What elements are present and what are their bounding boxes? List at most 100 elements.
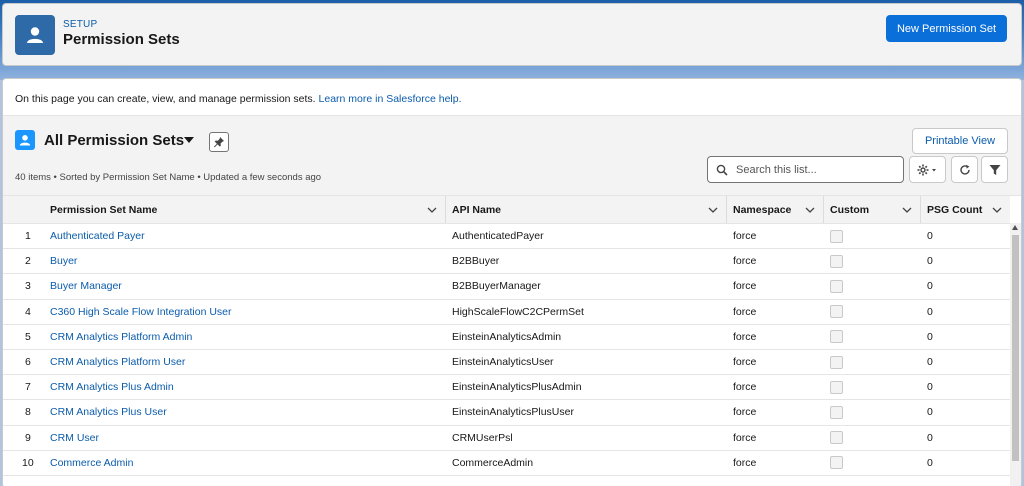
scrollbar-thumb[interactable] — [1012, 235, 1019, 461]
psg-count-cell: 0 — [921, 374, 1010, 401]
namespace-cell: force — [727, 399, 824, 426]
column-header-namespace[interactable]: Namespace — [727, 196, 824, 224]
permission-set-link[interactable]: CRM Analytics Plus User — [50, 406, 167, 418]
permission-set-link[interactable]: C360 High Scale Flow Integration User — [50, 306, 232, 318]
custom-checkbox — [830, 405, 843, 419]
permission-set-link[interactable]: Commerce Admin — [50, 457, 133, 469]
custom-checkbox — [830, 355, 843, 369]
setup-label[interactable]: SETUP — [63, 19, 97, 30]
psg-count-cell: 0 — [921, 349, 1010, 376]
table-row: 9 CRM User CRMUserPsl force 0 — [3, 425, 1010, 451]
namespace-cell: force — [727, 299, 824, 325]
table-row: 1 Authenticated Payer AuthenticatedPayer… — [3, 223, 1010, 250]
printable-view-button[interactable]: Printable View — [912, 128, 1008, 154]
psg-count-cell: 0 — [921, 273, 1010, 300]
info-bar: On this page you can create, view, and m… — [3, 79, 1021, 116]
api-name-cell: CommerceAdmin — [446, 450, 727, 476]
permission-sets-table: Permission Set Name API Name Namespace C… — [3, 195, 1021, 486]
namespace-cell: force — [727, 223, 824, 250]
namespace-cell: force — [727, 324, 824, 350]
row-number: 4 — [3, 299, 44, 325]
row-number-header — [3, 196, 44, 224]
api-name-cell: EinsteinAnalyticsPlusUser — [446, 399, 727, 426]
row-number: 6 — [3, 349, 44, 376]
filter-icon — [989, 164, 1000, 175]
psg-count-cell: 0 — [921, 425, 1010, 451]
user-icon — [15, 15, 55, 55]
api-name-cell: CRMUserPsl — [446, 425, 727, 451]
row-number: 2 — [3, 248, 44, 275]
psg-count-cell: 0 — [921, 324, 1010, 350]
info-text: On this page you can create, view, and m… — [15, 93, 319, 105]
row-number: 9 — [3, 425, 44, 451]
psg-count-cell: 0 — [921, 299, 1010, 325]
custom-checkbox — [830, 456, 843, 470]
table-row: 2 Buyer B2BBuyer force 0 — [3, 248, 1010, 275]
row-number: 1 — [3, 223, 44, 250]
chevron-down-icon[interactable] — [708, 207, 718, 213]
table-row: 7 CRM Analytics Plus Admin EinsteinAnaly… — [3, 374, 1010, 401]
column-header-custom[interactable]: Custom — [824, 196, 921, 224]
chevron-down-icon[interactable] — [184, 137, 194, 143]
api-name-cell: B2BBuyer — [446, 248, 727, 275]
table-scrollbar[interactable] — [1010, 223, 1021, 486]
list-meta: 40 items • Sorted by Permission Set Name… — [15, 172, 322, 183]
main-panel: On this page you can create, view, and m… — [2, 78, 1022, 486]
list-settings-button[interactable] — [909, 156, 946, 183]
chevron-down-icon[interactable] — [805, 207, 815, 213]
column-header-api-name[interactable]: API Name — [446, 196, 727, 224]
table-row: 4 C360 High Scale Flow Integration User … — [3, 299, 1010, 325]
user-icon — [15, 130, 35, 150]
psg-count-cell: 0 — [921, 223, 1010, 250]
pin-icon — [213, 137, 224, 148]
psg-count-cell: 0 — [921, 450, 1010, 476]
custom-checkbox — [830, 229, 843, 243]
refresh-button[interactable] — [951, 156, 978, 183]
permission-set-link[interactable]: Authenticated Payer — [50, 230, 145, 242]
permission-set-link[interactable]: CRM Analytics Platform User — [50, 356, 185, 368]
psg-count-cell: 0 — [921, 248, 1010, 275]
new-permission-set-button[interactable]: New Permission Set — [886, 15, 1007, 42]
scroll-up-arrow[interactable] — [1012, 225, 1018, 230]
help-link[interactable]: Learn more in Salesforce help. — [319, 93, 462, 105]
page-title: Permission Sets — [63, 31, 180, 48]
search-box[interactable] — [707, 156, 904, 183]
permission-set-link[interactable]: Buyer Manager — [50, 280, 122, 292]
namespace-cell: force — [727, 248, 824, 275]
custom-checkbox — [830, 431, 843, 445]
table-row: 10 Commerce Admin CommerceAdmin force 0 — [3, 450, 1010, 476]
psg-count-cell: 0 — [921, 399, 1010, 426]
custom-checkbox — [830, 279, 843, 293]
gear-icon — [917, 164, 936, 175]
row-number: 5 — [3, 324, 44, 350]
row-number: 7 — [3, 374, 44, 401]
permission-set-link[interactable]: CRM Analytics Plus Admin — [50, 381, 174, 393]
api-name-cell: B2BBuyerManager — [446, 273, 727, 300]
chevron-down-icon[interactable] — [902, 207, 912, 213]
chevron-down-icon[interactable] — [992, 207, 1002, 213]
table-row: 8 CRM Analytics Plus User EinsteinAnalyt… — [3, 399, 1010, 426]
pin-list-button[interactable] — [209, 132, 229, 152]
api-name-cell: EinsteinAnalyticsAdmin — [446, 324, 727, 350]
chevron-down-icon[interactable] — [427, 207, 437, 213]
api-name-cell: EinsteinAnalyticsUser — [446, 349, 727, 376]
table-row: 6 CRM Analytics Platform User EinsteinAn… — [3, 349, 1010, 376]
namespace-cell: force — [727, 425, 824, 451]
permission-set-link[interactable]: Buyer — [50, 255, 77, 267]
filter-button[interactable] — [981, 156, 1008, 183]
search-input[interactable] — [736, 163, 896, 176]
permission-set-link[interactable]: CRM Analytics Platform Admin — [50, 331, 192, 343]
refresh-icon — [959, 164, 970, 175]
custom-checkbox — [830, 330, 843, 344]
custom-checkbox — [830, 305, 843, 319]
permission-set-link[interactable]: CRM User — [50, 432, 99, 444]
column-header-name[interactable]: Permission Set Name — [44, 196, 446, 224]
api-name-cell: EinsteinAnalyticsPlusAdmin — [446, 374, 727, 401]
search-icon — [716, 164, 728, 176]
column-header-psg-count[interactable]: PSG Count — [921, 196, 1010, 224]
row-number: 8 — [3, 399, 44, 426]
table-header-row: Permission Set Name API Name Namespace C… — [3, 196, 1010, 224]
namespace-cell: force — [727, 374, 824, 401]
table-row: 3 Buyer Manager B2BBuyerManager force 0 — [3, 273, 1010, 300]
list-view-title[interactable]: All Permission Sets — [44, 132, 184, 149]
